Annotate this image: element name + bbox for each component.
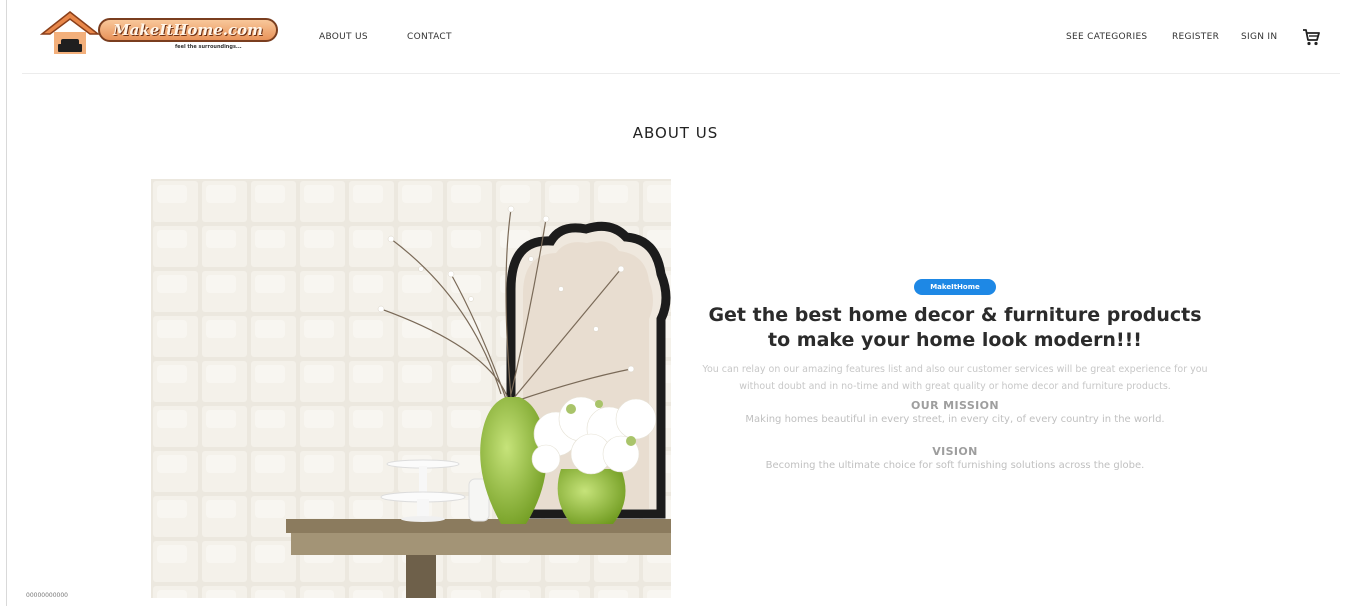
- nav-register[interactable]: REGISTER: [1172, 32, 1219, 42]
- about-intro: You can relay on our amazing features li…: [702, 364, 1208, 392]
- mission-text: Making homes beautiful in every street, …: [745, 414, 1165, 425]
- nav-about-us[interactable]: ABOUT US: [319, 32, 368, 42]
- brand-badge: MakeItHome: [914, 279, 996, 295]
- left-border: [6, 0, 7, 606]
- nav-see-categories[interactable]: SEE CATEGORIES: [1066, 32, 1147, 42]
- logo-tagline: feel the surroundings...: [175, 44, 242, 50]
- vision-text: Becoming the ultimate choice for soft fu…: [765, 460, 1145, 471]
- site-header: MakeItHome.com feel the surroundings... …: [22, 0, 1340, 74]
- logo-wordmark: MakeItHome.com: [98, 18, 278, 42]
- decor-scene-image: [151, 179, 671, 598]
- site-logo[interactable]: MakeItHome.com feel the surroundings...: [40, 8, 300, 56]
- about-headline: Get the best home decor & furniture prod…: [708, 304, 1202, 351]
- page-title: ABOUT US: [632, 124, 719, 142]
- vision-title: VISION: [932, 445, 978, 458]
- nav-sign-in[interactable]: SIGN IN: [1241, 32, 1277, 42]
- house-logo-icon: [40, 11, 100, 54]
- footer-mark: 00000000000: [26, 592, 68, 599]
- cart-icon[interactable]: [1302, 28, 1320, 46]
- nav-contact[interactable]: CONTACT: [407, 32, 452, 42]
- mission-title: OUR MISSION: [910, 399, 1000, 412]
- about-photo: [151, 179, 671, 598]
- about-content: MakeItHome Get the best home decor & fur…: [690, 274, 1220, 473]
